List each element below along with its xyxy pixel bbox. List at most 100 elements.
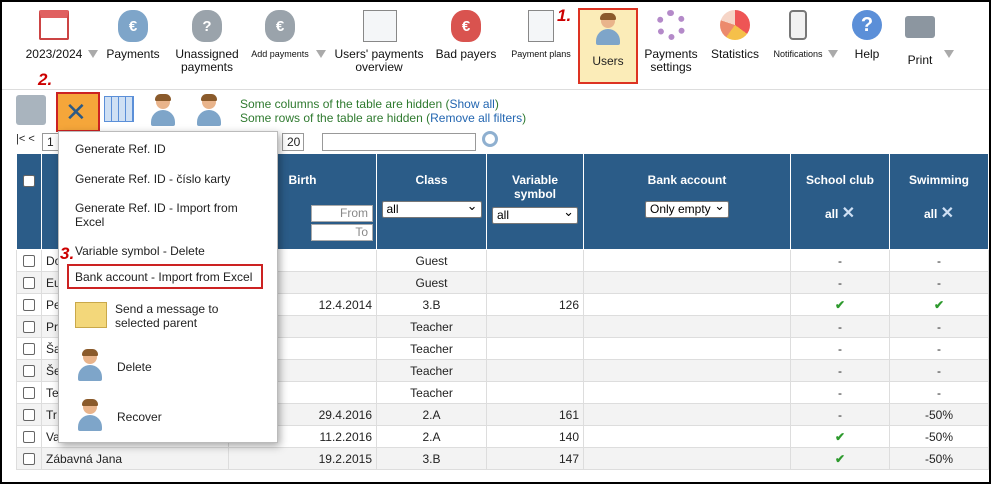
bank-account-cell bbox=[583, 403, 791, 426]
user-add-icon[interactable] bbox=[194, 94, 228, 129]
statistics-button[interactable]: Statistics bbox=[706, 8, 764, 61]
variable-symbol-cell: 161 bbox=[486, 403, 584, 426]
bank-account-header[interactable]: Bank account Only empty bbox=[583, 153, 791, 250]
user-confirm-icon[interactable] bbox=[148, 94, 182, 129]
bank-account-cell bbox=[583, 337, 791, 360]
school-year-label: 2023/2024 bbox=[25, 47, 83, 61]
print-button[interactable]: Print bbox=[900, 8, 940, 67]
add-payments-button[interactable]: € Add payments bbox=[248, 8, 312, 61]
notifications-button[interactable]: Notifications bbox=[770, 8, 826, 61]
notifications-label: Notifications bbox=[773, 49, 823, 59]
row-select-cell[interactable] bbox=[16, 293, 42, 316]
menu-send-message[interactable]: Send a message to selected parent bbox=[115, 302, 265, 330]
help-label: Help bbox=[854, 47, 880, 61]
unassigned-payments-button[interactable]: ? Unassigned payments bbox=[170, 8, 244, 74]
users-payments-overview-button[interactable]: Users' payments overview bbox=[330, 8, 428, 74]
menu-bank-account-import[interactable]: Bank account - Import from Excel bbox=[75, 270, 252, 284]
payments-settings-button[interactable]: Payments settings bbox=[640, 8, 702, 74]
users-button[interactable]: Users bbox=[578, 8, 638, 84]
row-select-cell[interactable] bbox=[16, 271, 42, 294]
row-checkbox[interactable] bbox=[23, 343, 35, 356]
birth-to-filter[interactable]: To bbox=[311, 224, 373, 241]
row-select-cell[interactable] bbox=[16, 249, 42, 272]
save-icon[interactable] bbox=[16, 95, 46, 125]
bank-account-cell bbox=[583, 425, 791, 448]
pager-first-prev[interactable]: |< < bbox=[16, 133, 35, 145]
pie-chart-icon bbox=[720, 10, 750, 40]
row-checkbox[interactable] bbox=[23, 431, 35, 444]
menu-delete[interactable]: Delete bbox=[117, 360, 152, 374]
school-club-cell: - bbox=[790, 359, 890, 382]
school-club-tools-icon[interactable]: ✕ bbox=[842, 205, 855, 222]
gear-icon bbox=[656, 10, 686, 40]
school-year-selector[interactable]: 2023/2024 bbox=[24, 8, 84, 61]
row-checkbox[interactable] bbox=[23, 409, 35, 422]
row-checkbox[interactable] bbox=[23, 277, 35, 290]
print-caret-icon[interactable] bbox=[944, 50, 954, 58]
swimming-cell: - bbox=[889, 359, 989, 382]
help-button[interactable]: ? Help bbox=[844, 8, 890, 61]
row-select-cell[interactable] bbox=[16, 337, 42, 360]
row-select-cell[interactable] bbox=[16, 381, 42, 404]
class-cell: Guest bbox=[376, 249, 487, 272]
row-checkbox[interactable] bbox=[23, 453, 35, 466]
rows-per-page-field[interactable]: 20 bbox=[282, 133, 304, 151]
show-all-link[interactable]: Show all bbox=[449, 97, 494, 111]
menu-generate-ref-id-card[interactable]: Generate Ref. ID - číslo karty bbox=[75, 172, 230, 186]
row-checkbox[interactable] bbox=[23, 255, 35, 268]
class-header[interactable]: Class all bbox=[376, 153, 487, 250]
table-row[interactable]: Zábavná Jana 19.2.2015 3.B 147 ✔ -50% bbox=[16, 447, 989, 470]
year-dropdown-caret-icon[interactable] bbox=[88, 50, 98, 58]
bank-account-filter-select[interactable]: Only empty bbox=[645, 198, 729, 218]
row-select-cell[interactable] bbox=[16, 403, 42, 426]
variable-symbol-header[interactable]: Variable symbol all bbox=[486, 153, 584, 250]
row-checkbox[interactable] bbox=[23, 299, 35, 312]
remove-filters-link[interactable]: Remove all filters bbox=[430, 111, 522, 125]
bank-account-cell bbox=[583, 271, 791, 294]
hidden-columns-notice: Some columns of the table are hidden (Sh… bbox=[240, 97, 499, 111]
menu-recover[interactable]: Recover bbox=[117, 410, 162, 424]
birth-from-filter[interactable]: From bbox=[311, 205, 373, 222]
swimming-cell: -50% bbox=[889, 403, 989, 426]
school-club-cell: ✔ bbox=[790, 447, 890, 470]
step-2-marker: 2. bbox=[38, 70, 53, 89]
swimming-tools-icon[interactable]: ✕ bbox=[941, 205, 954, 222]
school-club-filter[interactable]: all bbox=[825, 207, 838, 221]
swimming-header[interactable]: Swimming all ✕ bbox=[889, 153, 989, 250]
payments-button[interactable]: € Payments bbox=[102, 8, 164, 61]
tools-button[interactable]: ✕ bbox=[56, 92, 100, 132]
columns-table-icon[interactable] bbox=[104, 96, 134, 122]
variable-symbol-header-label: Variable symbol bbox=[511, 173, 559, 201]
search-input[interactable] bbox=[322, 133, 476, 151]
menu-generate-ref-id-import[interactable]: Generate Ref. ID - Import from Excel bbox=[75, 201, 255, 229]
swimming-filter[interactable]: all bbox=[924, 207, 937, 221]
row-select-cell[interactable] bbox=[16, 425, 42, 448]
statistics-label: Statistics bbox=[710, 47, 759, 61]
menu-generate-ref-id[interactable]: Generate Ref. ID bbox=[75, 142, 166, 156]
add-payments-caret-icon[interactable] bbox=[316, 50, 326, 58]
question-money-bag-icon: ? bbox=[192, 10, 222, 42]
bank-account-cell bbox=[583, 359, 791, 382]
variable-symbol-filter-select[interactable]: all bbox=[492, 204, 578, 224]
select-all-header[interactable] bbox=[16, 153, 42, 250]
notifications-caret-icon[interactable] bbox=[828, 50, 838, 58]
school-club-header[interactable]: School club all ✕ bbox=[790, 153, 890, 250]
row-checkbox[interactable] bbox=[23, 365, 35, 378]
class-cell: Teacher bbox=[376, 337, 487, 360]
class-cell: Teacher bbox=[376, 381, 487, 404]
class-filter-select[interactable]: all bbox=[381, 198, 482, 218]
row-checkbox[interactable] bbox=[23, 387, 35, 400]
bad-payers-button[interactable]: € Bad payers bbox=[432, 8, 500, 61]
school-club-cell: - bbox=[790, 249, 890, 272]
swimming-cell: ✔ bbox=[889, 293, 989, 316]
select-all-checkbox[interactable] bbox=[23, 174, 35, 187]
search-icon[interactable] bbox=[482, 131, 498, 147]
swimming-cell: -50% bbox=[889, 425, 989, 448]
row-select-cell[interactable] bbox=[16, 359, 42, 382]
row-select-cell[interactable] bbox=[16, 447, 42, 470]
row-select-cell[interactable] bbox=[16, 315, 42, 338]
row-checkbox[interactable] bbox=[23, 321, 35, 334]
add-payments-label: Add payments bbox=[251, 49, 309, 59]
menu-variable-symbol-delete[interactable]: Variable symbol - Delete bbox=[75, 244, 205, 258]
school-club-header-label: School club bbox=[805, 173, 874, 187]
